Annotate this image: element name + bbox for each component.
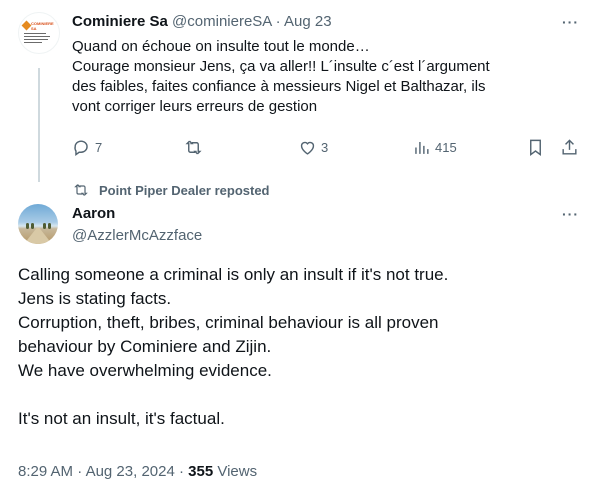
parent-text-line: Quand on échoue on insulte tout le monde… [72, 38, 370, 55]
parent-tweet-header: Cominiere Sa @cominiereSA · Aug 23 [72, 13, 332, 30]
main-text-line: Jens is stating facts. [18, 289, 172, 308]
main-more-button[interactable]: ··· [562, 206, 579, 222]
share-icon [562, 139, 577, 155]
main-text-line: Corruption, theft, bribes, criminal beha… [18, 313, 439, 332]
bookmark-button[interactable] [526, 138, 545, 157]
parent-action-bar: 7 3 415 [72, 138, 582, 160]
post-time[interactable]: 8:29 AM [18, 463, 73, 480]
views-count: 415 [435, 140, 457, 155]
avatar-logo-text: COMINIERE SA [31, 21, 54, 31]
parent-handle[interactable]: @cominiereSA [172, 13, 271, 30]
repost-banner-label: Point Piper Dealer reposted [99, 182, 270, 198]
thread-connector-line [38, 68, 40, 182]
main-text-line: Calling someone a criminal is only an in… [18, 265, 449, 284]
like-count: 3 [321, 140, 329, 155]
main-author-name[interactable]: Aaron [72, 205, 115, 222]
avatar-road-shape [24, 228, 52, 244]
cominiere-logo-icon [21, 20, 32, 31]
share-button[interactable] [560, 138, 579, 157]
bookmark-icon [530, 139, 541, 157]
parent-date[interactable]: Aug 23 [284, 13, 332, 30]
views-label: Views [217, 463, 258, 480]
views-total: 355 [188, 463, 214, 480]
parent-text-line: vont corriger leurs erreurs de gestion [72, 98, 318, 115]
meta-separator: · [178, 463, 184, 480]
parent-text-line: des faibles, faites confiance à messieur… [72, 78, 486, 95]
main-text-line: We have overwhelming evidence. [18, 361, 272, 380]
views-button[interactable]: 415 [412, 138, 457, 157]
post-date[interactable]: Aug 23, 2024 [86, 463, 175, 480]
like-button[interactable]: 3 [298, 138, 328, 157]
repost-icon [74, 184, 88, 196]
header-separator: · [275, 13, 281, 30]
parent-tweet-text: Quand on échoue on insulte tout le monde… [72, 37, 572, 117]
main-text-line: behaviour by Cominiere and Zijin. [18, 337, 272, 356]
aaron-avatar[interactable] [18, 204, 58, 244]
repost-icon [185, 140, 202, 155]
reply-count: 7 [95, 140, 103, 155]
parent-text-line: Courage monsieur Jens, ça va aller!! L´i… [72, 58, 490, 75]
meta-separator: · [77, 463, 83, 480]
main-text-line [18, 383, 578, 407]
reply-icon [74, 140, 88, 157]
tweet-metadata: 8:29 AM · Aug 23, 2024 · 355 Views [18, 463, 257, 480]
repost-banner[interactable]: Point Piper Dealer reposted [73, 182, 270, 198]
main-text-line: It's not an insult, it's factual. [18, 409, 225, 428]
parent-author-name[interactable]: Cominiere Sa [72, 13, 168, 30]
main-handle[interactable]: @AzzlerMcAzzface [72, 227, 202, 244]
main-tweet-text: Calling someone a criminal is only an in… [18, 263, 578, 431]
heart-icon [300, 141, 315, 155]
cominiere-avatar[interactable]: COMINIERE SA [18, 12, 60, 54]
parent-more-button[interactable]: ··· [562, 14, 579, 30]
reply-button[interactable]: 7 [72, 138, 102, 157]
analytics-icon [415, 141, 429, 154]
repost-button[interactable] [184, 138, 207, 157]
